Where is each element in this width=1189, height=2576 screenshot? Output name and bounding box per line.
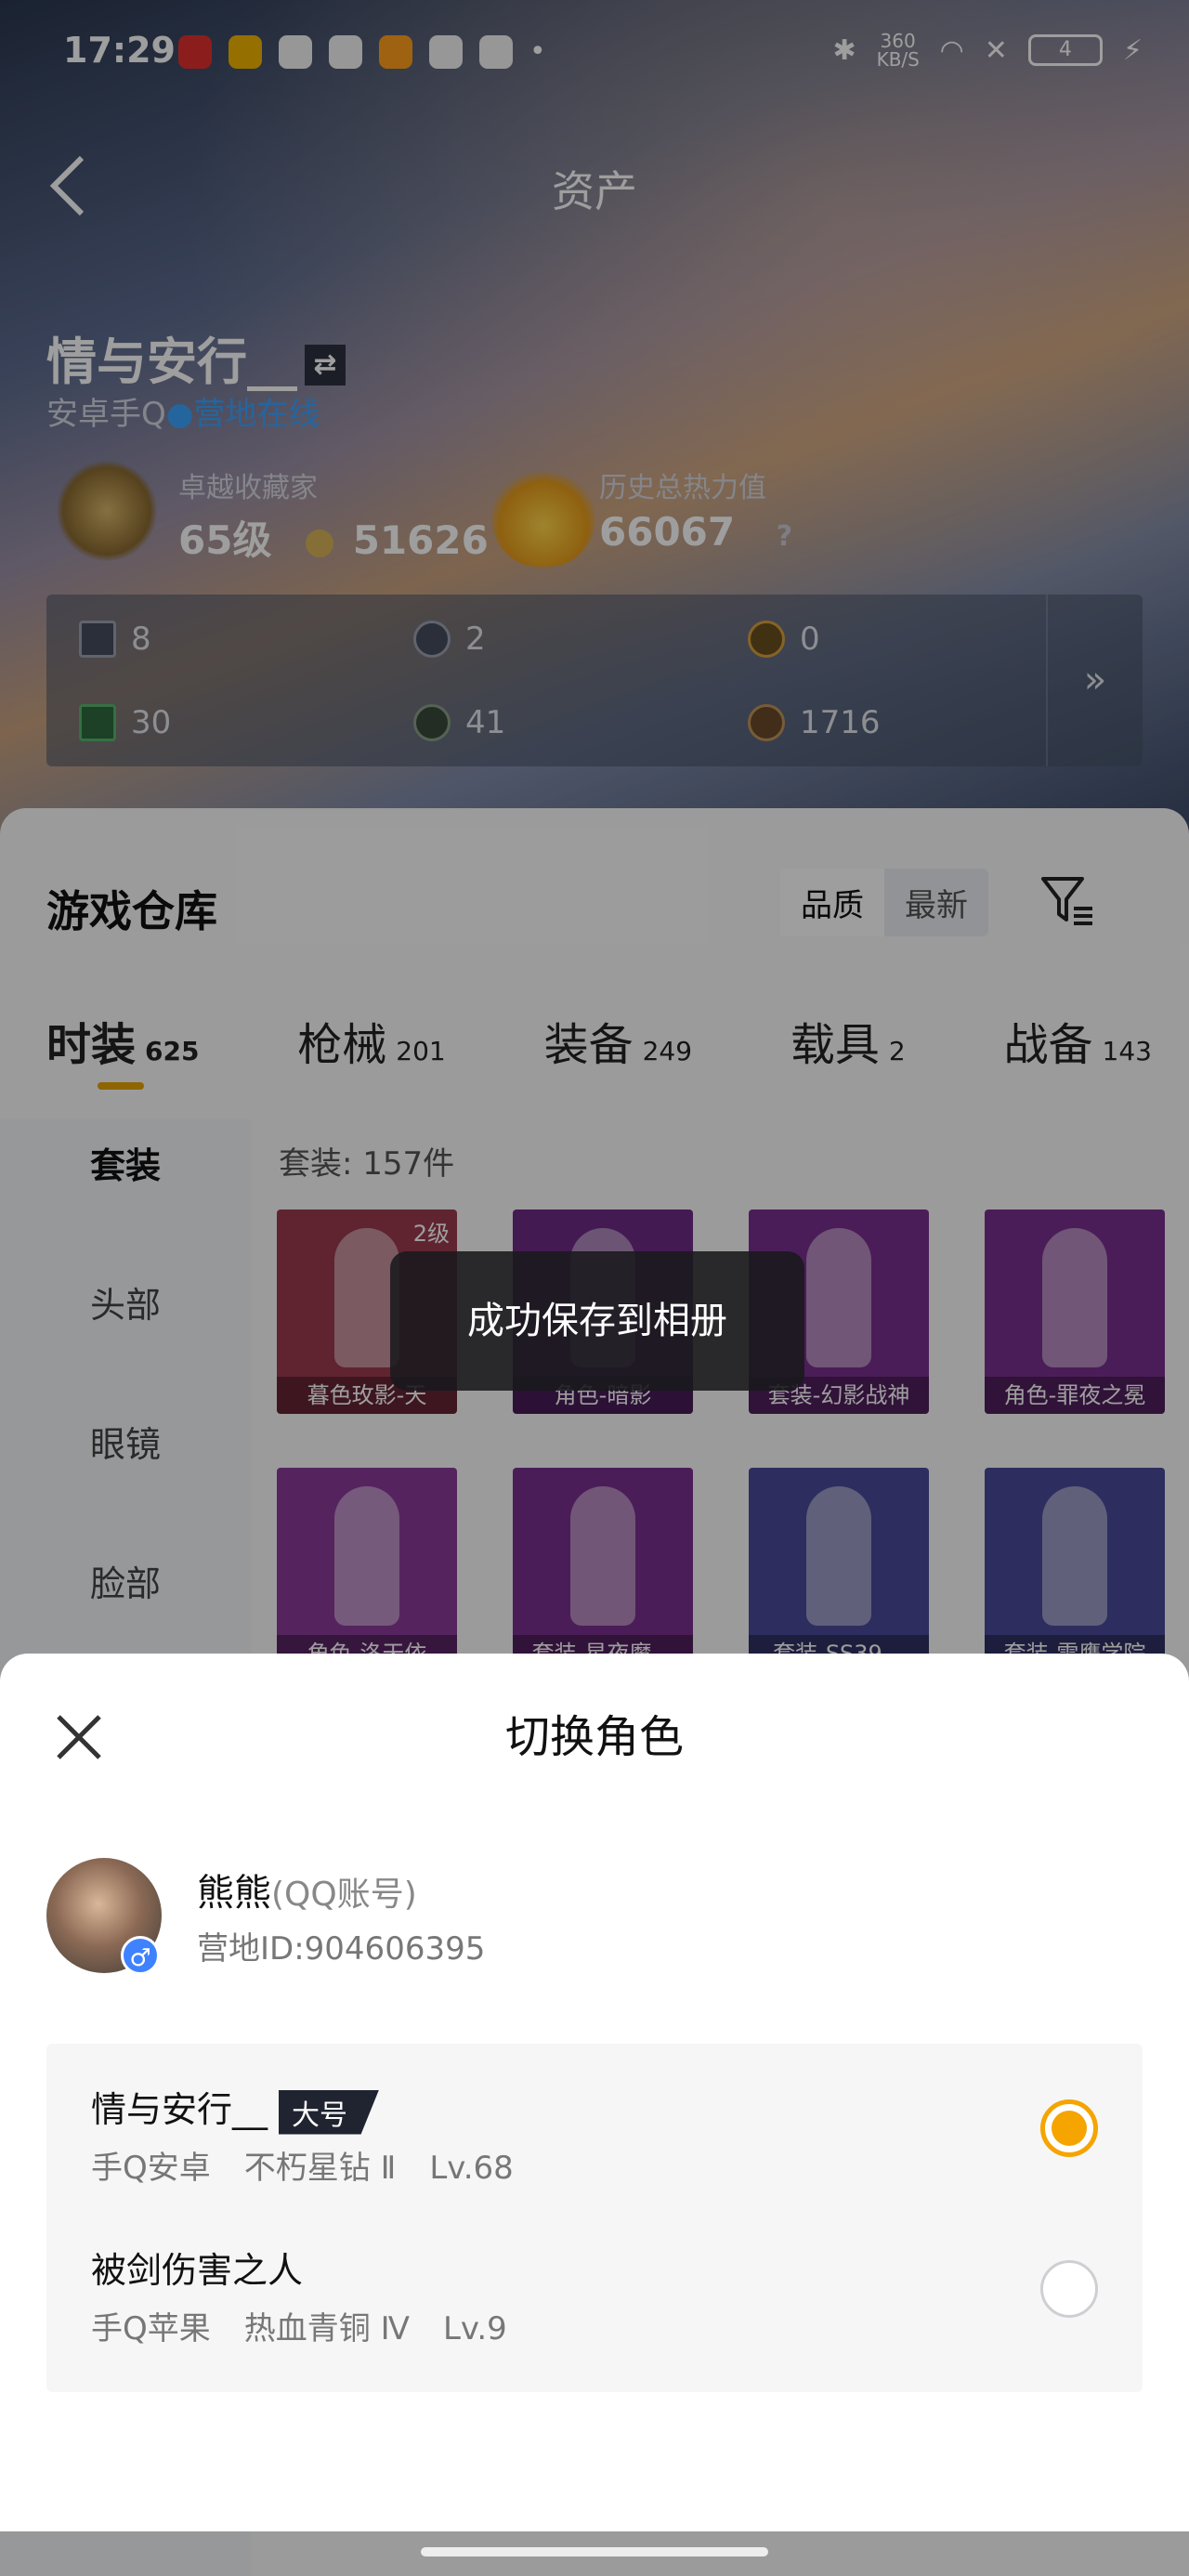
role-item[interactable]: 被剑伤害之人 手Q苹果 热血青铜 Ⅳ Lv.9 [46, 2214, 1143, 2372]
role-meta: 手Q安卓 不朽星钻 Ⅱ Lv.68 [91, 2142, 547, 2188]
role-platform: 手Q苹果 [91, 2310, 211, 2347]
account-info: ♂ 熊熊(QQ账号) 营地ID:904606395 [46, 1858, 1143, 1979]
male-gender-icon: ♂ [121, 1936, 160, 1975]
switch-role-sheet: 切换角色 ♂ 熊熊(QQ账号) 营地ID:904606395 情与安行__ 大号 … [0, 1654, 1189, 2531]
account-type: (QQ账号) [271, 1876, 417, 1914]
role-radio[interactable] [1040, 2260, 1098, 2318]
toast-message: 成功保存到相册 [390, 1251, 804, 1391]
role-item[interactable]: 情与安行__ 大号 手Q安卓 不朽星钻 Ⅱ Lv.68 [46, 2053, 1143, 2211]
role-platform: 手Q安卓 [91, 2150, 211, 2187]
role-level: Lv.68 [429, 2150, 514, 2187]
account-name: 熊熊(QQ账号) [197, 1863, 417, 1916]
role-name: 被剑伤害之人 [91, 2250, 304, 2291]
role-name: 情与安行__ 大号 [91, 2081, 380, 2135]
home-indicator[interactable] [421, 2547, 768, 2556]
sheet-title: 切换角色 [504, 1711, 684, 1763]
role-rank: 热血青铜 Ⅳ [243, 2310, 410, 2347]
main-account-badge: 大号 [279, 2089, 380, 2135]
role-list: 情与安行__ 大号 手Q安卓 不朽星钻 Ⅱ Lv.68 被剑伤害之人 手Q苹果 热血青铜… [46, 2044, 1143, 2392]
camp-id: 营地ID:904606395 [197, 1930, 486, 1968]
role-level: Lv.9 [442, 2310, 507, 2347]
role-rank: 不朽星钻 Ⅱ [243, 2150, 397, 2187]
account-nickname: 熊熊 [197, 1872, 271, 1915]
role-radio-selected[interactable] [1040, 2099, 1098, 2157]
role-meta: 手Q苹果 热血青铜 Ⅳ Lv.9 [91, 2303, 541, 2348]
